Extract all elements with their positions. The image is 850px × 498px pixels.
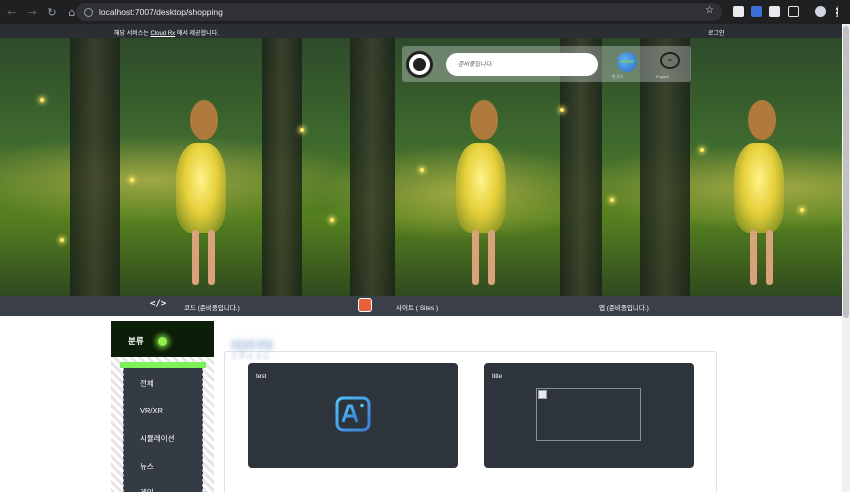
- banner-figure-hair: [748, 100, 776, 140]
- recommend-card[interactable]: test: [248, 363, 458, 468]
- globe-icon[interactable]: [617, 52, 637, 72]
- forward-icon[interactable]: →: [22, 0, 42, 24]
- banner-figure-leg: [192, 230, 199, 285]
- banner-figure-leg: [766, 230, 773, 285]
- firefly: [420, 168, 424, 172]
- firefly: [300, 128, 304, 132]
- banner-figure-dress: [456, 143, 506, 233]
- banner-tree: [262, 38, 302, 296]
- category-bar: 코드 (준비중입니다.) 사이트 ( Sites ) 앱 (준비중입니다.): [0, 296, 842, 316]
- code-icon[interactable]: </>: [150, 299, 168, 313]
- bookmark-star-icon[interactable]: ☆: [705, 5, 714, 16]
- profile-avatar-icon[interactable]: [815, 6, 826, 17]
- banner-figure-leg: [208, 230, 215, 285]
- status-light-icon: [158, 337, 167, 346]
- banner-figure-dress: [176, 143, 226, 233]
- language-icon[interactable]: ≈: [660, 52, 680, 69]
- sidebar-item-all[interactable]: 전체: [140, 378, 154, 389]
- site-icon[interactable]: [358, 298, 372, 312]
- firefly: [60, 238, 64, 242]
- firefly: [130, 178, 134, 182]
- banner-figure-hair: [470, 100, 498, 140]
- site-info-icon[interactable]: [84, 7, 93, 17]
- search-input[interactable]: [446, 53, 598, 76]
- reload-icon[interactable]: ↻: [42, 0, 62, 24]
- service-notice: 해당 서비스는 Cloud Rx 에서 제공합니다.: [114, 31, 219, 37]
- sidebar-menu: 전체 VR/XR 시뮬레이션 뉴스 게임: [123, 368, 203, 497]
- cloud-rx-link[interactable]: Cloud Rx: [150, 31, 175, 37]
- firefly: [800, 208, 804, 212]
- sidebar-item-news[interactable]: 뉴스: [140, 461, 154, 472]
- extension-icon-1[interactable]: [733, 6, 744, 17]
- sidebar-title: 분류: [128, 336, 144, 346]
- site-logo-icon[interactable]: [406, 51, 433, 78]
- banner-figure-leg: [472, 230, 479, 285]
- card-title: title: [492, 373, 503, 380]
- broken-image-placeholder: [536, 388, 641, 441]
- firefly: [700, 148, 704, 152]
- extension-icon-3[interactable]: [769, 6, 780, 17]
- extension-icon-2[interactable]: [751, 6, 762, 17]
- firefly: [610, 198, 614, 202]
- category-sites[interactable]: 사이트 ( Sites ): [396, 302, 438, 312]
- category-code[interactable]: 코드 (준비중입니다.): [184, 302, 240, 312]
- category-apps[interactable]: 앱 (준비중입니다.): [599, 302, 649, 312]
- scrollbar-thumb[interactable]: [843, 26, 849, 318]
- back-icon[interactable]: ←: [2, 0, 22, 24]
- browser-menu-icon[interactable]: [836, 6, 839, 17]
- banner-figure-hair: [190, 100, 218, 140]
- language-label: English: [656, 74, 670, 79]
- address-bar[interactable]: localhost:7007/desktop/shopping ☆: [76, 3, 722, 21]
- recommend-title-reflection: 오늘의 추천: [231, 351, 271, 360]
- sidebar-item-simulation[interactable]: 시뮬레이션: [140, 433, 175, 444]
- site-top-bar: 해당 서비스는 Cloud Rx 에서 제공합니다. 로그인: [0, 24, 842, 38]
- banner-tree: [70, 38, 120, 296]
- puzzle-extensions-icon[interactable]: [788, 6, 799, 17]
- firefly: [560, 108, 564, 112]
- banner-figure-leg: [488, 230, 495, 285]
- banner-tree: [350, 38, 395, 296]
- sidebar-item-vrxr[interactable]: VR/XR: [140, 406, 163, 415]
- sidebar-header: 분류: [111, 321, 214, 357]
- banner-figure-leg: [750, 230, 757, 285]
- firefly: [330, 218, 334, 222]
- firefly: [40, 98, 44, 102]
- url-text: localhost:7007/desktop/shopping: [99, 7, 223, 17]
- ai-chip-icon: [327, 388, 379, 440]
- globe-label: 한국어: [612, 74, 624, 79]
- banner-figure-dress: [734, 143, 784, 233]
- recommend-card[interactable]: title: [484, 363, 694, 468]
- card-title: test: [256, 373, 267, 380]
- login-link[interactable]: 로그인: [708, 28, 725, 37]
- sidebar-item-games[interactable]: 게임: [140, 487, 154, 498]
